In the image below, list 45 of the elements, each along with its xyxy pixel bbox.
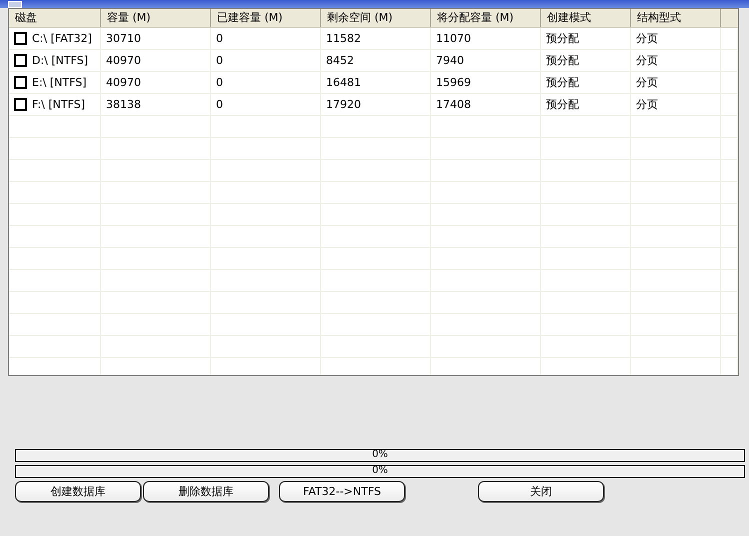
table-cell: 11070 — [436, 32, 471, 45]
table-cell: 17408 — [436, 98, 471, 111]
table-cell: 8452 — [326, 54, 354, 67]
column-header[interactable]: 已建容量 (M) — [211, 9, 321, 27]
column-header[interactable]: 容量 (M) — [101, 9, 211, 27]
table-cell: 预分配 — [546, 97, 579, 112]
table-cell: 分页 — [636, 75, 658, 90]
checkbox[interactable] — [14, 54, 27, 67]
action-button[interactable]: FAT32-->NTFS — [279, 481, 405, 502]
action-button[interactable]: 关闭 — [478, 481, 604, 502]
table-cell: 0 — [216, 32, 223, 45]
table-cell: 7940 — [436, 54, 464, 67]
column-header[interactable]: 磁盘 — [9, 9, 101, 27]
drive-label: D:\ [NTFS] — [32, 54, 88, 67]
table-cell: 40970 — [106, 54, 141, 67]
checkbox[interactable] — [14, 76, 27, 89]
drive-label: E:\ [NTFS] — [32, 76, 87, 89]
action-button[interactable]: 删除数据库 — [143, 481, 269, 502]
table-cell: 分页 — [636, 97, 658, 112]
column-header[interactable]: 剩余空间 (M) — [321, 9, 431, 27]
table-cell: 分页 — [636, 31, 658, 46]
table-cell: 0 — [216, 54, 223, 67]
table-cell: 15969 — [436, 76, 471, 89]
column-header[interactable]: 结构型式 — [631, 9, 721, 27]
table-cell: 38138 — [106, 98, 141, 111]
progress-reading: 0% — [371, 449, 389, 461]
checkbox[interactable] — [14, 98, 27, 111]
table-cell: 16481 — [326, 76, 361, 89]
action-button[interactable]: 创建数据库 — [15, 481, 141, 502]
table-cell: 0 — [216, 76, 223, 89]
table-cell: 11582 — [326, 32, 361, 45]
table-cell: 分页 — [636, 53, 658, 68]
table-cell: 预分配 — [546, 53, 579, 68]
drive-label: F:\ [NTFS] — [32, 98, 86, 111]
column-header[interactable]: 将分配容量 (M) — [431, 9, 541, 27]
drive-label: C:\ [FAT32] — [32, 32, 92, 45]
column-header[interactable]: 创建模式 — [541, 9, 631, 27]
checkbox[interactable] — [14, 32, 27, 45]
table-cell: 30710 — [106, 32, 141, 45]
table-cell: 预分配 — [546, 75, 579, 90]
table-cell: 0 — [216, 98, 223, 111]
progress-reading: 0% — [371, 465, 389, 477]
table-cell: 40970 — [106, 76, 141, 89]
table-cell: 预分配 — [546, 31, 579, 46]
table-cell: 17920 — [326, 98, 361, 111]
